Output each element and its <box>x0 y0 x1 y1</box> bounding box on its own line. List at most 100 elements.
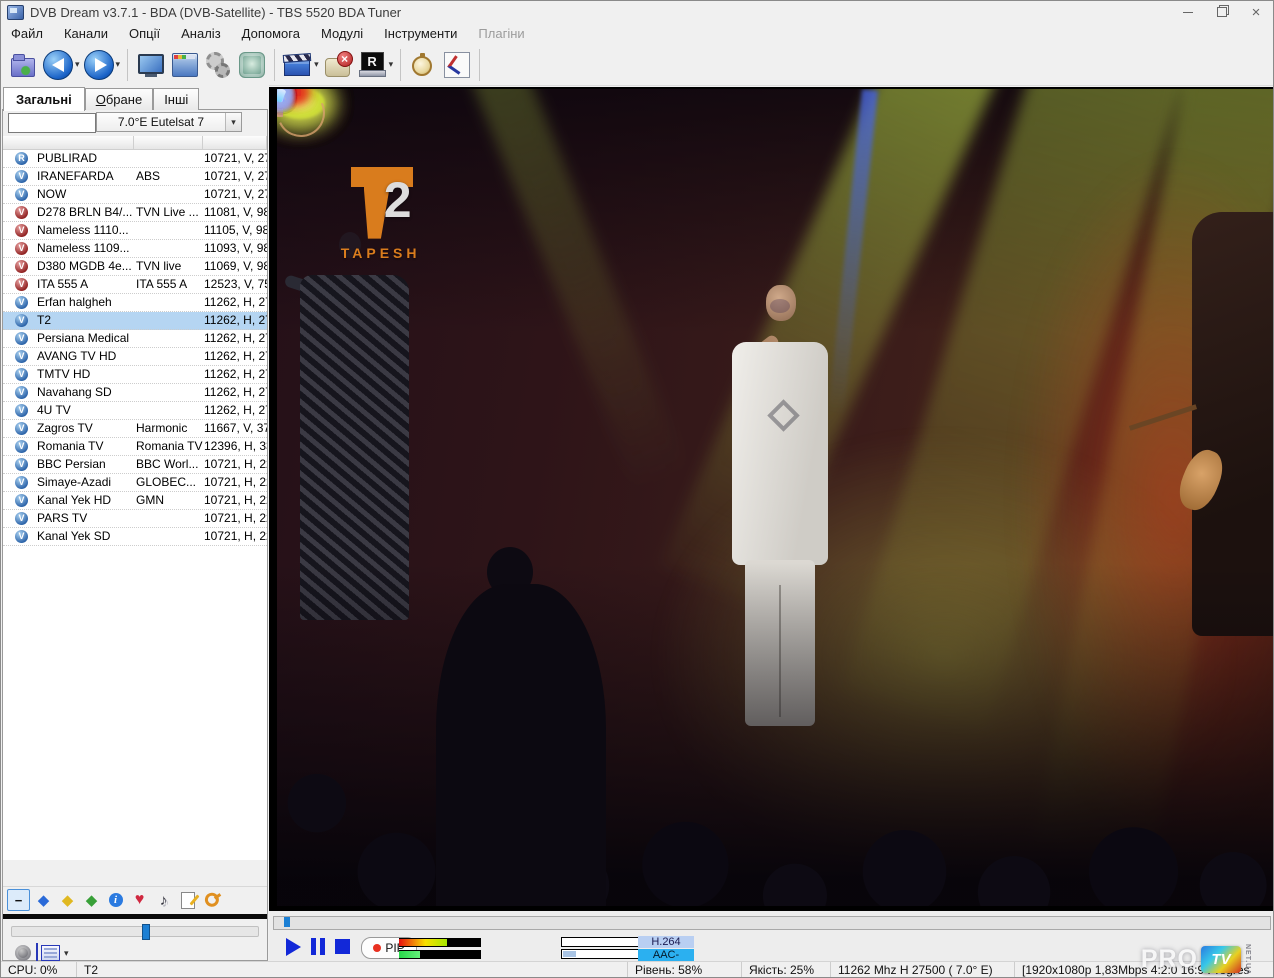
channel-row[interactable]: VRomania TVRomania TV12396, H, 33 <box>3 438 267 456</box>
tv-channel-icon: V <box>15 458 28 471</box>
record-dot-icon <box>373 944 381 952</box>
tab-other[interactable]: Інші <box>153 88 199 110</box>
channel-row[interactable]: VSimaye-AzadiGLOBEC...10721, H, 22 <box>3 474 267 492</box>
restore-button[interactable] <box>1205 1 1239 23</box>
channel-row[interactable]: VAVANG TV HD11262, H, 27 <box>3 348 267 366</box>
key-icon[interactable] <box>197 886 226 914</box>
channel-row[interactable]: RPUBLIRAD10721, V, 27 <box>3 150 267 168</box>
channel-row[interactable]: VBBC PersianBBC Worl...10721, H, 22 <box>3 456 267 474</box>
diamond-yellow-icon[interactable] <box>57 890 78 910</box>
satellite-select[interactable]: 7.0°E Eutelsat 7 ▾ <box>96 112 242 132</box>
channel-name: IRANEFARDA <box>37 168 114 185</box>
channel-row[interactable]: VPersiana Medical11262, H, 27 <box>3 330 267 348</box>
channel-row[interactable]: VNameless 1109...11093, V, 98 <box>3 240 267 258</box>
info-icon[interactable] <box>105 890 126 910</box>
speaker-icon[interactable] <box>15 945 31 961</box>
close-button[interactable]: × <box>1239 1 1273 23</box>
monitor-button[interactable] <box>134 49 166 81</box>
channel-row[interactable]: VD380 MGDB 4e...TVN live11069, V, 98 <box>3 258 267 276</box>
back-button[interactable]: ▾ <box>42 49 81 81</box>
channel-row[interactable]: VKanal Yek SD10721, H, 22 <box>3 528 267 546</box>
menu-item-tools[interactable]: Інструменти <box>384 26 457 41</box>
channel-row[interactable]: VIRANEFARDAABS10721, V, 27 <box>3 168 267 186</box>
channel-list-header[interactable] <box>3 136 267 150</box>
channel-row[interactable]: VZagros TVHarmonic11667, V, 37 <box>3 420 267 438</box>
volume-slider-handle[interactable] <box>142 924 150 940</box>
channel-row[interactable]: VNavahang SD11262, H, 27 <box>3 384 267 402</box>
splitter-handle[interactable] <box>3 914 267 919</box>
volume-slider[interactable] <box>11 926 259 937</box>
channel-name: Romania TV <box>37 438 103 455</box>
tv-channel-icon: V <box>15 188 28 201</box>
audio-track-icon[interactable] <box>153 890 174 910</box>
channel-row[interactable]: VD278 BRLN B4/...TVN Live ...11081, V, 9… <box>3 204 267 222</box>
collapse-icon[interactable] <box>7 889 30 911</box>
play-button[interactable] <box>286 938 301 956</box>
status-bar: CPU: 0% T2 Рівень: 58% Якість: 25% 11262… <box>1 961 1274 978</box>
logo-caption: TAPESH <box>341 245 421 261</box>
diamond-green-icon[interactable] <box>81 890 102 910</box>
chevron-down-icon[interactable]: ▾ <box>314 59 319 70</box>
watermark-pro-text: PRO <box>1141 945 1198 974</box>
channel-row[interactable]: VKanal Yek HDGMN10721, H, 22 <box>3 492 267 510</box>
seek-slider-handle[interactable] <box>284 917 290 927</box>
toolbar-separator <box>479 49 480 81</box>
edit-doc-icon[interactable] <box>177 890 198 910</box>
minimize-button[interactable] <box>1171 1 1205 23</box>
channel-frequency: 10721, H, 22 <box>204 510 267 527</box>
channels-folder-button[interactable] <box>8 49 40 81</box>
chevron-down-icon[interactable]: ▾ <box>389 59 394 70</box>
channel-row[interactable]: V4U TV11262, H, 27 <box>3 402 267 420</box>
chevron-down-icon[interactable]: ▾ <box>225 113 241 131</box>
chevron-down-icon[interactable]: ▾ <box>75 59 80 70</box>
tab-favorites[interactable]: Обране <box>85 88 153 110</box>
video-window-button[interactable] <box>236 49 268 81</box>
channel-search-input[interactable] <box>8 113 96 133</box>
diamond-blue-icon[interactable] <box>33 890 54 910</box>
stop-button[interactable] <box>335 939 350 954</box>
channel-provider: ABS <box>136 168 160 185</box>
menu-item-modules[interactable]: Модулі <box>321 26 363 41</box>
channel-row[interactable]: VErfan halgheh11262, H, 27 <box>3 294 267 312</box>
signal-meters <box>399 938 481 962</box>
pause-button[interactable] <box>311 938 325 955</box>
channel-row[interactable]: VT211262, H, 27 <box>3 312 267 330</box>
video-content: 2 TAPESH <box>277 89 1273 906</box>
seek-slider[interactable] <box>273 916 1271 930</box>
tab-general[interactable]: Загальні <box>3 87 85 111</box>
channel-row[interactable]: VNOW10721, V, 27 <box>3 186 267 204</box>
menu-item-analysis[interactable]: Аналіз <box>181 26 221 41</box>
delete-button[interactable] <box>322 49 354 81</box>
chevron-down-icon[interactable]: ▾ <box>116 59 121 70</box>
menu-item-help[interactable]: Допомога <box>242 26 300 41</box>
chevron-down-icon[interactable]: ▾ <box>64 948 69 959</box>
record-r-button[interactable]: ▾ <box>356 49 395 81</box>
menu-item-options[interactable]: Опції <box>129 26 160 41</box>
window-controls: × <box>1171 1 1273 23</box>
channel-row[interactable]: VITA 555 AITA 555 A12523, V, 75 <box>3 276 267 294</box>
channel-row[interactable]: VNameless 1110...11105, V, 98 <box>3 222 267 240</box>
tv-channel-icon: V <box>15 260 28 273</box>
video-window[interactable]: 2 TAPESH <box>269 87 1274 908</box>
audio-buffer-bar <box>561 949 639 959</box>
menu-item-channels[interactable]: Канали <box>64 26 108 41</box>
toolbar-separator <box>274 49 275 81</box>
logo-number: 2 <box>384 175 412 225</box>
stopwatch-button[interactable] <box>407 49 439 81</box>
osd-control[interactable]: ▾ <box>41 945 69 961</box>
forward-button[interactable]: ▾ <box>83 49 122 81</box>
menu-item-file[interactable]: Файл <box>11 26 43 41</box>
tv-channel-icon: V <box>15 476 28 489</box>
channel-row[interactable]: VPARS TV10721, H, 22 <box>3 510 267 528</box>
movie-button[interactable]: ▾ <box>281 49 320 81</box>
channel-frequency: 11667, V, 37 <box>204 420 267 437</box>
channel-name: Navahang SD <box>37 384 112 401</box>
channel-row[interactable]: VTMTV HD11262, H, 27 <box>3 366 267 384</box>
channel-name: Nameless 1110... <box>37 222 129 239</box>
window-button[interactable] <box>168 49 200 81</box>
favorites-icon[interactable] <box>129 890 150 910</box>
scheduler-button[interactable] <box>441 49 473 81</box>
channel-frequency: 11262, H, 27 <box>204 384 267 401</box>
cpu-status: CPU: 0% <box>1 962 77 978</box>
gears-button[interactable] <box>202 49 234 81</box>
